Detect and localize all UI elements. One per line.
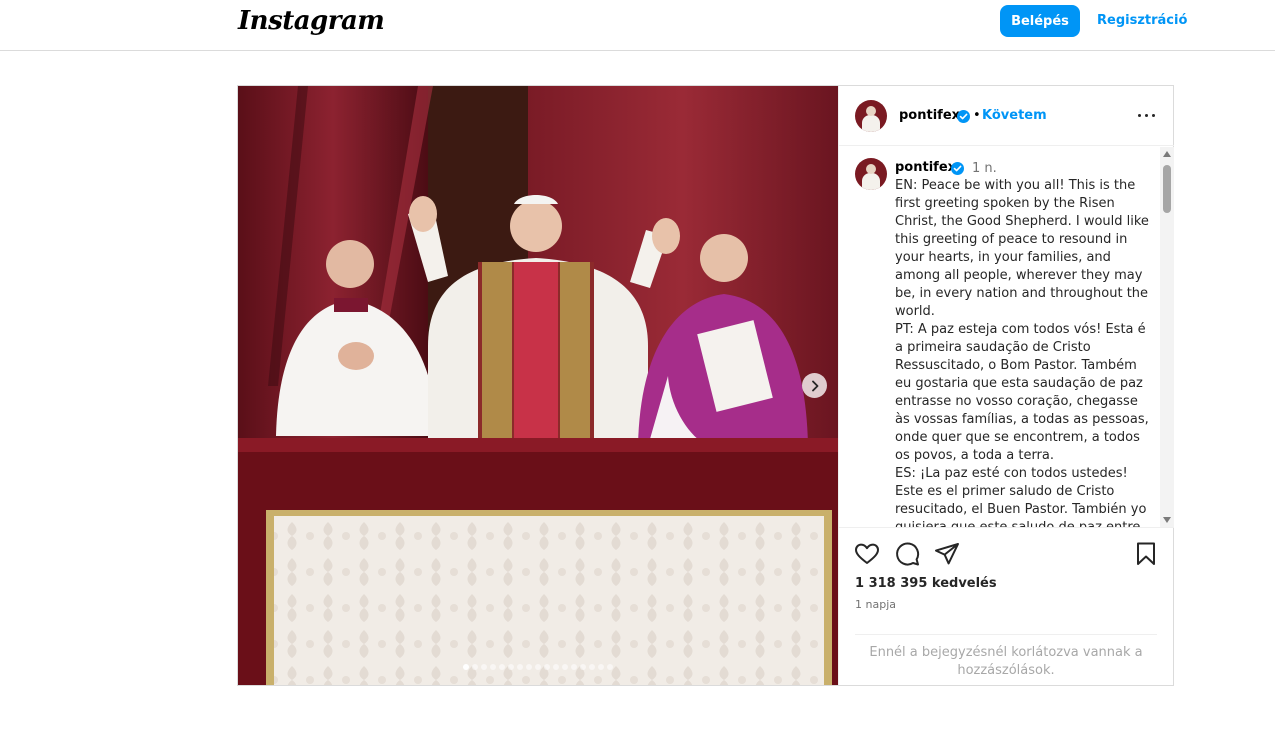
comments-scrollbar[interactable]	[1160, 147, 1174, 527]
carousel-indicator	[238, 664, 838, 672]
avatar[interactable]	[855, 100, 887, 132]
post-time[interactable]: 1 napja	[855, 598, 896, 611]
carousel-dot	[481, 664, 487, 670]
post-username[interactable]: pontifex	[899, 108, 960, 123]
comments-limited-notice: Ennél a bejegyzésnél korlátozva vannak a…	[855, 634, 1157, 680]
carousel-dot	[499, 664, 505, 670]
top-navigation-bar: Instagram Belépés Regisztráció	[0, 0, 1275, 51]
post-photo	[238, 86, 838, 685]
carousel-dot	[553, 664, 559, 670]
carousel-dot	[517, 664, 523, 670]
post-side-panel: pontifex • Követem pontifex 1 n. EN: Pea…	[838, 86, 1174, 685]
carousel-dot	[472, 664, 478, 670]
chevron-right-icon	[811, 380, 818, 391]
caption-verified-badge-icon	[951, 162, 964, 175]
post-actions: 1 318 395 kedvelés 1 napja Ennél a bejeg…	[839, 527, 1174, 685]
caption-avatar[interactable]	[855, 158, 887, 190]
post-card: pontifex • Követem pontifex 1 n. EN: Pea…	[237, 85, 1174, 686]
next-slide-button[interactable]	[802, 373, 827, 398]
carousel-dot	[463, 664, 469, 670]
post-media-carousel[interactable]	[238, 86, 838, 685]
more-options-icon[interactable]	[1136, 108, 1158, 124]
caption-text: EN: Peace be with you all! This is the f…	[895, 178, 1149, 527]
separator-dot: •	[973, 108, 981, 123]
caption-username[interactable]: pontifex	[895, 160, 956, 175]
carousel-dot	[508, 664, 514, 670]
carousel-dot	[544, 664, 550, 670]
heart-icon[interactable]	[853, 540, 881, 568]
carousel-dot	[571, 664, 577, 670]
instagram-logo[interactable]: Instagram	[238, 6, 385, 36]
caption-timestamp[interactable]: 1 n.	[972, 161, 997, 176]
login-button[interactable]: Belépés	[1000, 5, 1080, 37]
carousel-dot	[490, 664, 496, 670]
share-icon[interactable]	[933, 540, 961, 568]
signup-link[interactable]: Regisztráció	[1097, 13, 1187, 28]
comments-area[interactable]: pontifex 1 n. EN: Peace be with you all!…	[839, 147, 1160, 527]
verified-badge-icon	[957, 110, 970, 123]
carousel-dot	[598, 664, 604, 670]
bookmark-icon[interactable]	[1132, 540, 1160, 568]
scroll-up-arrow-icon[interactable]	[1163, 151, 1171, 157]
carousel-dot	[580, 664, 586, 670]
scrollbar-thumb[interactable]	[1163, 165, 1171, 213]
carousel-dot	[535, 664, 541, 670]
carousel-dot	[589, 664, 595, 670]
post-header: pontifex • Követem	[839, 86, 1174, 146]
comment-icon[interactable]	[893, 540, 921, 568]
carousel-dot	[526, 664, 532, 670]
scroll-down-arrow-icon[interactable]	[1163, 517, 1171, 523]
like-count[interactable]: 1 318 395 kedvelés	[855, 576, 997, 591]
carousel-dot	[607, 664, 613, 670]
carousel-dot	[562, 664, 568, 670]
follow-button[interactable]: Követem	[982, 108, 1047, 123]
